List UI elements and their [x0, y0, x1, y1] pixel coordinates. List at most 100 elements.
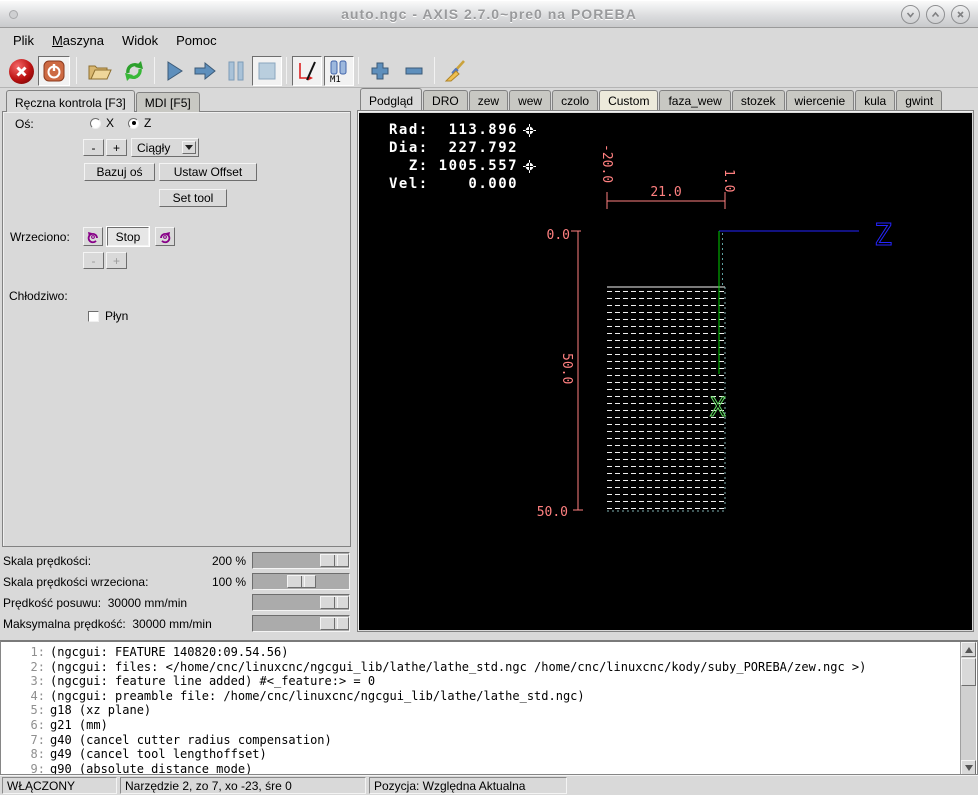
home-axis-button[interactable]: Bazuj oś [84, 163, 155, 181]
tool-info-status: Narzędzie 2, zo 7, xo -23, śre 0 [120, 777, 366, 794]
scroll-down-button[interactable] [961, 760, 976, 774]
axis-radio-option[interactable]: Z [128, 116, 151, 130]
tab-preview[interactable]: Podgląd [360, 88, 423, 110]
slider-label: Skala prędkości wrzeciona: [3, 575, 149, 589]
backplot-canvas[interactable]: 21.0 -20.0 1.0 0.0 50.0 50.0 Z X Rad: 11… [359, 113, 972, 630]
set-offset-button[interactable]: Ustaw Offset [159, 163, 257, 181]
slider-handle[interactable] [320, 596, 349, 609]
titlebar[interactable]: auto.ngc - AXIS 2.7.0~pre0 na POREBA [0, 0, 978, 28]
preview-tab[interactable]: DRO [423, 90, 468, 110]
scroll-up-button[interactable] [961, 642, 976, 657]
slider-row: Skala prędkości wrzeciona: 100 % [0, 572, 352, 592]
slider-handle[interactable] [320, 617, 349, 630]
toggle-optional-stop-button[interactable]: M1 [324, 56, 354, 86]
gcode-line[interactable]: 7: g40 (cancel cutter radius compensatio… [1, 733, 977, 748]
jog-plus-button[interactable]: + [106, 139, 127, 156]
clear-plot-button[interactable] [440, 56, 472, 86]
broom-icon [444, 60, 465, 82]
gcode-line[interactable]: 9: g90 (absolute distance mode) [1, 762, 977, 774]
preview-tab[interactable]: wiercenie [785, 90, 855, 110]
estop-icon [8, 58, 34, 84]
pause-program-button[interactable] [222, 56, 250, 86]
spindle-slower-button[interactable]: - [83, 252, 104, 269]
preview-tab[interactable]: kula [855, 90, 896, 110]
preview-tab[interactable]: gwint [896, 90, 943, 110]
slider-handle[interactable] [286, 575, 316, 588]
preview-tab[interactable]: czolo [552, 90, 599, 110]
gcode-line-number: 7: [30, 732, 45, 747]
gcode-line-text: g49 (cancel tool lengthoffset) [50, 747, 267, 762]
stop-icon [258, 62, 276, 80]
dro-z: Z: 1005.557 [389, 158, 519, 174]
preview-tab[interactable]: stozek [731, 90, 785, 110]
jog-minus-button[interactable]: - [83, 139, 104, 156]
set-tool-button[interactable]: Set tool [159, 189, 227, 207]
menu-item[interactable]: Pomoc [167, 31, 225, 50]
axis-radio-option[interactable]: X [90, 116, 114, 130]
slider-handle[interactable] [320, 554, 349, 567]
slider-trough[interactable] [252, 552, 350, 569]
dim-bottom-extent-label: 50.0 [537, 505, 568, 520]
spindle-stop-button[interactable]: Stop [107, 227, 149, 246]
menu-item[interactable]: Plik [4, 31, 43, 50]
gcode-line[interactable]: 8: g49 (cancel tool lengthoffset) [1, 747, 977, 762]
menu-item[interactable]: Maszyna [43, 31, 113, 50]
gcode-line-number: 8: [30, 747, 45, 762]
radio-icon [90, 117, 101, 129]
gcode-scrollbar[interactable] [960, 642, 976, 774]
jog-mode-select[interactable]: Ciągły [131, 138, 199, 157]
preview-tab[interactable]: faza_wew [659, 90, 731, 110]
slider-trough[interactable] [252, 573, 350, 590]
emergency-stop-button[interactable] [6, 56, 36, 86]
position-mode-status: Pozycja: Względna Aktualna [369, 777, 567, 794]
zoom-in-button[interactable] [364, 56, 396, 86]
open-folder-icon [88, 65, 112, 80]
gcode-line-number: 1: [30, 645, 45, 659]
gcode-line-number: 6: [30, 717, 45, 732]
gcode-line[interactable]: 5: g18 (xz plane) [1, 703, 977, 718]
gcode-line[interactable]: 3: (ngcgui: feature line added) #<_featu… [1, 674, 977, 689]
tab-manual-control[interactable]: Ręczna kontrola [F3] [6, 90, 135, 112]
homed-icon [523, 123, 537, 137]
preview-tab[interactable]: wew [509, 90, 552, 110]
preview-tab[interactable]: zew [468, 90, 509, 110]
slider-trough[interactable] [252, 615, 350, 632]
gcode-listing[interactable]: 1: (ngcgui: FEATURE 140820:09.54.56) 2: … [0, 640, 978, 775]
slider-trough[interactable] [252, 594, 350, 611]
slider-value: 200 % [211, 554, 246, 568]
scrollbar-thumb[interactable] [961, 658, 976, 686]
run-program-button[interactable] [160, 56, 188, 86]
gcode-line[interactable]: 4: (ngcgui: preamble file: /home/cnc/lin… [1, 689, 977, 704]
m1-label: M1 [330, 75, 341, 85]
spindle-faster-button[interactable]: + [106, 252, 127, 269]
gcode-line[interactable]: 6: g21 (mm) [1, 718, 977, 733]
machine-power-button[interactable] [38, 56, 70, 86]
open-file-button[interactable] [84, 56, 116, 86]
close-icon [957, 11, 964, 18]
checkbox-icon [88, 310, 99, 322]
tab-mdi[interactable]: MDI [F5] [135, 92, 200, 112]
maximize-button[interactable] [926, 5, 945, 24]
minimize-button[interactable] [901, 5, 920, 24]
spindle-forward-button[interactable] [155, 227, 175, 246]
override-sliders: Skala prędkości: 200 % Skala prędkości w… [0, 551, 352, 635]
close-button[interactable] [951, 5, 970, 24]
menu-item[interactable]: Widok [113, 31, 167, 50]
stop-program-button[interactable] [252, 56, 282, 86]
preview-tab[interactable]: Custom [599, 90, 659, 110]
z-axis-letter: Z [874, 218, 892, 253]
left-notebook-tabs: Ręczna kontrola [F3] MDI [F5] [6, 90, 201, 112]
spindle-reverse-button[interactable] [83, 227, 103, 246]
dro-rad: Rad: 113.896 [389, 122, 519, 138]
gcode-line[interactable]: 1: (ngcgui: FEATURE 140820:09.54.56) [1, 645, 977, 660]
coolant-checkbox-row[interactable]: Płyn [88, 309, 128, 323]
reload-file-button[interactable] [118, 56, 150, 86]
homed-icon [523, 159, 537, 173]
gcode-line-number: 5: [30, 703, 45, 718]
gcode-line[interactable]: 2: (ngcgui: files: </home/cnc/linuxcnc/n… [1, 660, 977, 675]
gcode-line-text: (ngcgui: FEATURE 140820:09.54.56) [50, 645, 289, 659]
toggle-toolpath-button[interactable] [292, 56, 322, 86]
gcode-line-text: (ngcgui: files: </home/cnc/linuxcnc/ngcg… [50, 659, 867, 674]
step-line-button[interactable] [190, 56, 220, 86]
zoom-out-button[interactable] [398, 56, 430, 86]
